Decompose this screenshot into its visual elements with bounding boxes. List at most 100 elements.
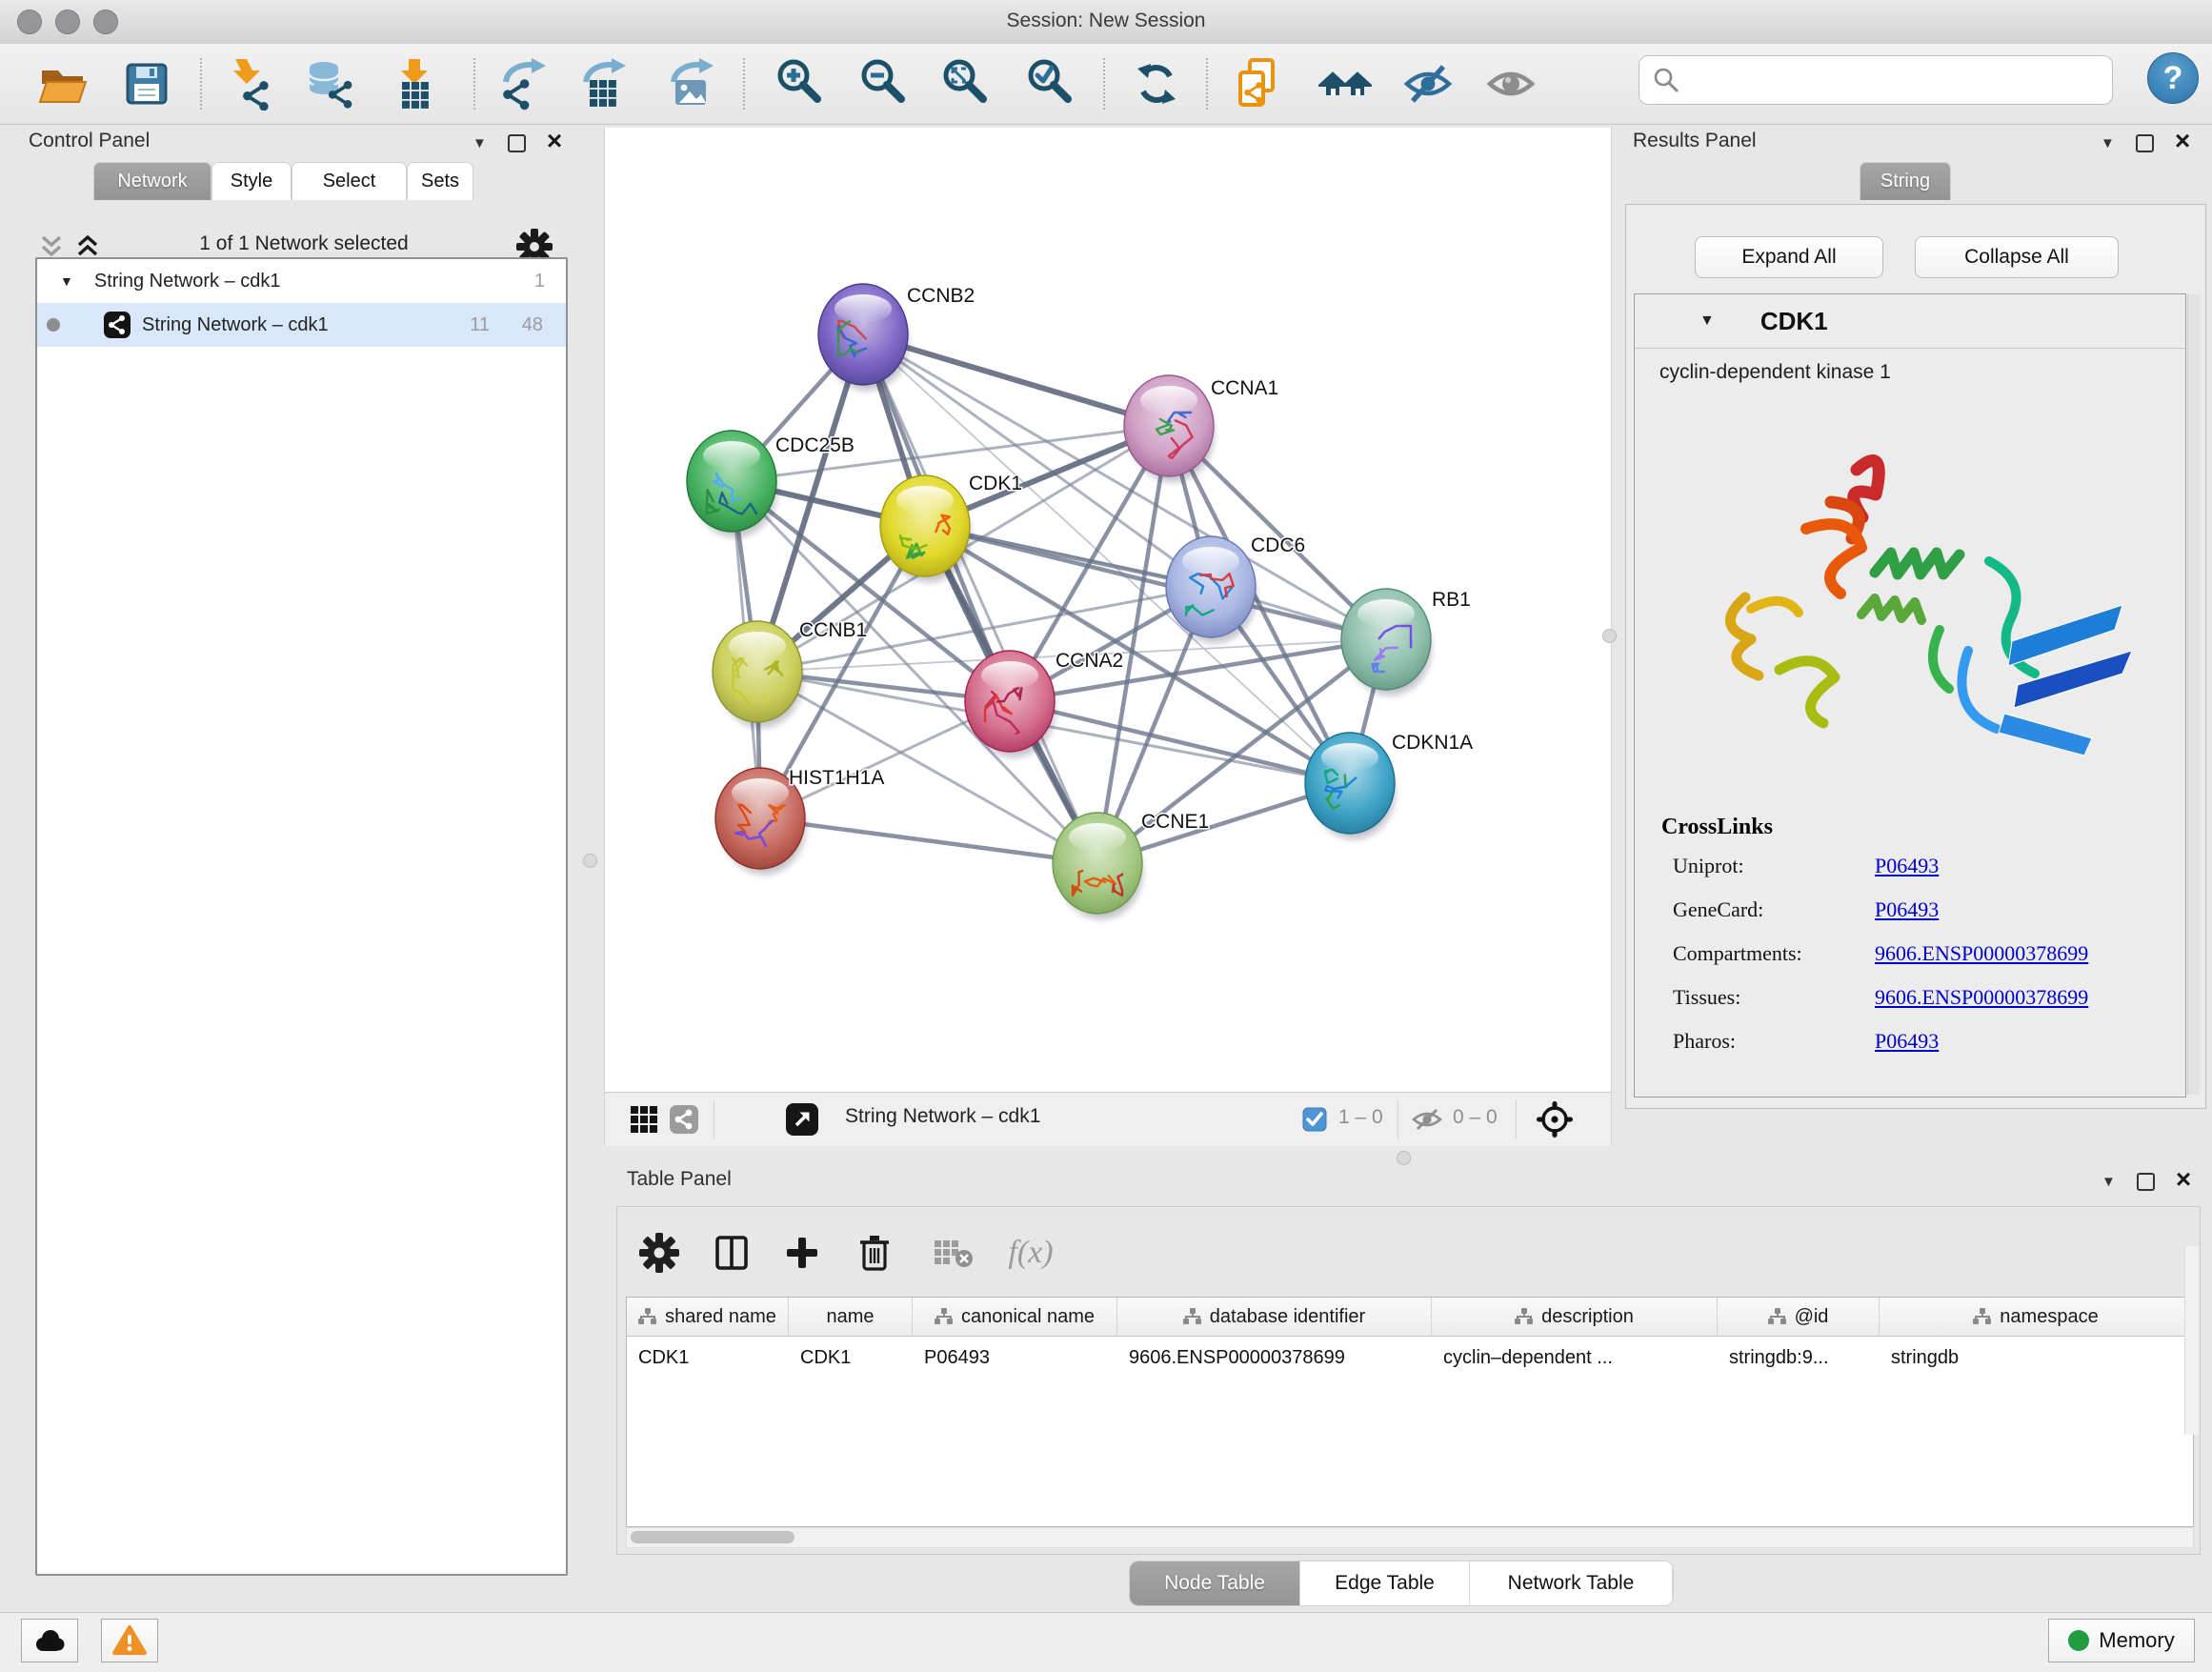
collapse-panel-icon[interactable]: ▼	[2101, 1175, 2116, 1189]
float-panel-icon[interactable]	[2137, 1173, 2155, 1191]
results-scrollbar[interactable]	[2187, 294, 2200, 1095]
warning-status-button[interactable]	[101, 1619, 158, 1662]
export-image-button[interactable]	[666, 57, 719, 111]
column-header-id[interactable]: @id	[1718, 1298, 1880, 1336]
edge-HIST1H1A-CCNE1[interactable]	[760, 818, 1097, 863]
column-header-databaseidentifier[interactable]: database identifier	[1117, 1298, 1432, 1336]
node-HIST1H1A[interactable]: HIST1H1A	[715, 767, 884, 875]
collapse-collection-icon[interactable]: ▼	[60, 273, 73, 289]
column-header-namespace[interactable]: namespace	[1880, 1298, 2193, 1336]
crosslink-value-link[interactable]: P06493	[1875, 1029, 1939, 1054]
cell-sharedname[interactable]: CDK1	[627, 1337, 789, 1379]
zoom-in-button[interactable]	[774, 57, 827, 111]
close-panel-icon[interactable]: ×	[547, 128, 562, 154]
column-header-canonicalname[interactable]: canonical name	[913, 1298, 1117, 1336]
network-collection-row[interactable]: ▼ String Network – cdk1 1	[37, 259, 566, 303]
splitter-handle-bottom[interactable]	[1397, 1151, 1411, 1165]
node-CCNB2[interactable]: CCNB2	[818, 284, 975, 391]
table-horizontal-scrollbar[interactable]	[626, 1527, 2194, 1548]
birdseye-view-icon[interactable]	[1537, 1101, 1573, 1138]
delete-column-icon[interactable]	[852, 1230, 897, 1276]
tab-network-table[interactable]: Network Table	[1470, 1561, 1673, 1605]
grid-view-icon[interactable]	[630, 1105, 658, 1134]
new-network-from-selection-button[interactable]	[1233, 57, 1286, 111]
cell-name[interactable]: CDK1	[789, 1337, 913, 1379]
collapse-entry-icon[interactable]: ▼	[1699, 312, 1715, 330]
expand-all-button[interactable]: Expand All	[1695, 236, 1883, 278]
node-CDC6[interactable]: CDC6	[1166, 534, 1305, 643]
cell-description[interactable]: cyclin–dependent ...	[1432, 1337, 1718, 1379]
network-view-icon[interactable]	[670, 1105, 698, 1134]
cloud-status-button[interactable]	[21, 1619, 78, 1662]
edge-CCNB2-CCNE1[interactable]	[863, 334, 1097, 863]
homes-button[interactable]	[1318, 57, 1372, 111]
collapse-panel-icon[interactable]: ▼	[2101, 136, 2115, 151]
table-options-gear-icon[interactable]	[636, 1230, 682, 1276]
search-input[interactable]	[1679, 60, 2112, 100]
splitter-handle-right[interactable]	[1602, 629, 1617, 643]
apply-preferred-layout-button[interactable]	[1130, 57, 1183, 111]
close-panel-icon[interactable]: ×	[2175, 128, 2190, 154]
scrollbar-thumb[interactable]	[631, 1531, 794, 1543]
help-button[interactable]: ?	[2147, 52, 2199, 104]
tab-edge-table[interactable]: Edge Table	[1300, 1561, 1470, 1605]
node-result-header[interactable]: ▼ CDK1	[1635, 294, 2185, 349]
edge-CDK1-RB1[interactable]	[925, 526, 1386, 639]
table-row[interactable]: CDK1CDK1P064939606.ENSP00000378699cyclin…	[627, 1337, 2193, 1379]
open-in-window-icon[interactable]	[786, 1103, 818, 1136]
node-CCNE1[interactable]: CCNE1	[1053, 811, 1209, 919]
splitter-handle-left[interactable]	[583, 854, 597, 868]
create-column-icon[interactable]	[779, 1230, 825, 1276]
cell-databaseidentifier[interactable]: 9606.ENSP00000378699	[1117, 1337, 1432, 1379]
crosslink-value-link[interactable]: 9606.ENSP00000378699	[1875, 985, 2088, 1010]
network-row[interactable]: String Network – cdk1 11 48	[37, 303, 566, 347]
float-panel-icon[interactable]	[2136, 134, 2154, 152]
cell-namespace[interactable]: stringdb	[1880, 1337, 2193, 1379]
hide-selected-button[interactable]	[1401, 57, 1455, 111]
crosslink-value-link[interactable]: P06493	[1875, 854, 1939, 878]
node-CCNA2[interactable]: CCNA2	[965, 650, 1123, 757]
column-header-sharedname[interactable]: shared name	[627, 1298, 789, 1336]
zoom-fit-content-button[interactable]	[939, 57, 993, 111]
string-network-graph[interactable]: CCNB2 CCNA1 CDC25B CDK1 CDC6	[605, 128, 1611, 1092]
show-columns-icon[interactable]	[709, 1230, 754, 1276]
close-panel-icon[interactable]: ×	[2176, 1166, 2191, 1193]
save-session-button[interactable]	[119, 57, 172, 111]
tab-network[interactable]: Network	[93, 162, 211, 200]
function-builder-icon[interactable]: f(x)	[996, 1230, 1065, 1276]
export-table-button[interactable]	[578, 57, 632, 111]
zoom-selected-button[interactable]	[1024, 57, 1077, 111]
import-table-button[interactable]	[389, 57, 442, 111]
tab-sets[interactable]: Sets	[407, 162, 473, 200]
zoom-out-button[interactable]	[857, 57, 911, 111]
node-RB1[interactable]: RB1	[1341, 589, 1471, 695]
table-vertical-scrollbar[interactable]	[2184, 1246, 2199, 1435]
hidden-eye-icon[interactable]	[1411, 1108, 1443, 1131]
crosslink-value-link[interactable]: P06493	[1875, 897, 1939, 922]
tab-node-table[interactable]: Node Table	[1130, 1561, 1300, 1605]
edge-CCNB2-CCNA1[interactable]	[863, 334, 1169, 426]
collapse-all-button[interactable]: Collapse All	[1915, 236, 2119, 278]
cell-id[interactable]: stringdb:9...	[1718, 1337, 1880, 1379]
float-panel-icon[interactable]	[508, 134, 526, 152]
collapse-panel-icon[interactable]: ▼	[473, 136, 487, 151]
node-CCNA1[interactable]: CCNA1	[1124, 375, 1278, 482]
selected-checkbox-icon[interactable]	[1302, 1107, 1327, 1132]
export-network-button[interactable]	[498, 57, 552, 111]
memory-button[interactable]: Memory	[2048, 1619, 2195, 1662]
import-network-database-button[interactable]	[303, 57, 356, 111]
tab-string[interactable]: String	[1860, 162, 1951, 200]
search-field[interactable]	[1639, 55, 2113, 105]
tab-style[interactable]: Style	[211, 162, 292, 200]
import-network-button[interactable]	[221, 57, 274, 111]
node-CDKN1A[interactable]: CDKN1A	[1305, 732, 1473, 839]
tab-select[interactable]: Select	[292, 162, 407, 200]
column-header-description[interactable]: description	[1432, 1298, 1718, 1336]
open-session-button[interactable]	[36, 57, 90, 111]
column-header-name[interactable]: name	[789, 1298, 913, 1336]
crosslink-value-link[interactable]: 9606.ENSP00000378699	[1875, 941, 2088, 966]
delete-table-icon[interactable]	[932, 1230, 977, 1276]
show-all-button[interactable]	[1484, 57, 1538, 111]
network-canvas[interactable]: CCNB2 CCNA1 CDC25B CDK1 CDC6	[605, 128, 1611, 1092]
cell-canonicalname[interactable]: P06493	[913, 1337, 1117, 1379]
